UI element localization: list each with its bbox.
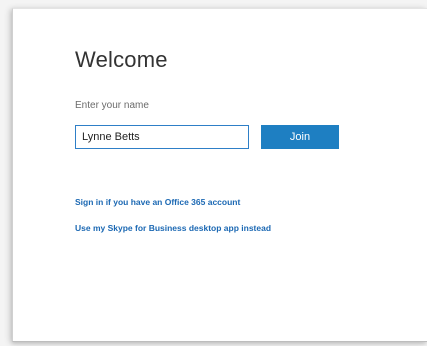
join-button[interactable]: Join (261, 125, 339, 149)
page-title: Welcome (75, 47, 168, 72)
name-input[interactable] (75, 125, 249, 149)
name-label: Enter your name (75, 100, 149, 111)
office365-signin-link[interactable]: Sign in if you have an Office 365 accoun… (75, 197, 240, 207)
welcome-panel: Welcome Enter your name Join Sign in if … (12, 8, 427, 342)
desktop-app-link[interactable]: Use my Skype for Business desktop app in… (75, 223, 271, 233)
